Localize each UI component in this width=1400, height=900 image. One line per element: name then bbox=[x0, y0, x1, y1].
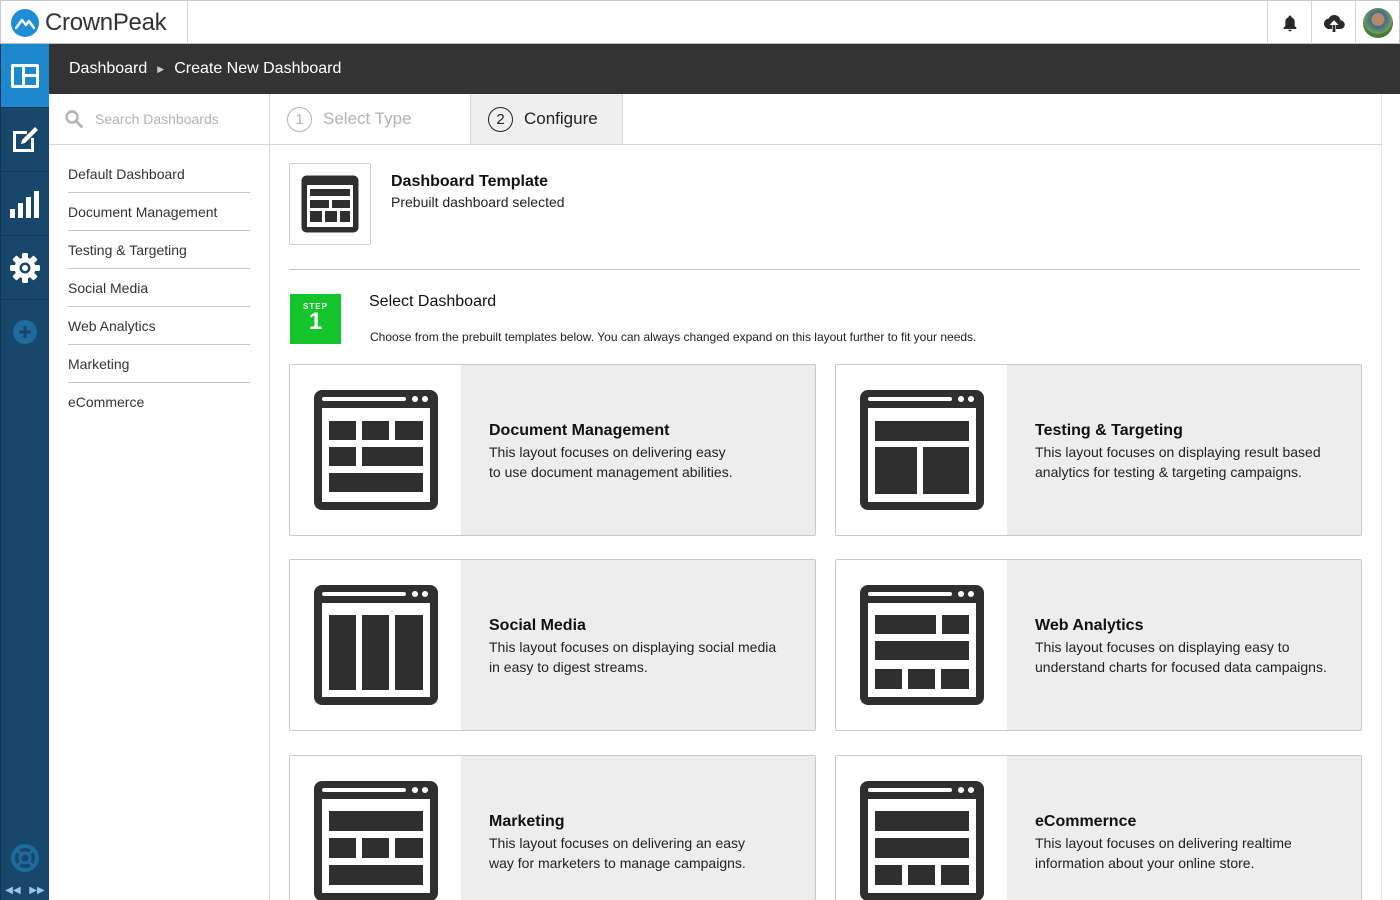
rail-settings[interactable] bbox=[1, 236, 49, 300]
rail-dashboard[interactable] bbox=[1, 44, 49, 108]
document-management-layout-icon bbox=[290, 365, 461, 535]
rail-edit[interactable] bbox=[1, 108, 49, 172]
card-title: Web Analytics bbox=[1035, 617, 1144, 634]
testing-targeting-layout-icon bbox=[836, 365, 1007, 535]
card-description: This layout focuses on displaying result… bbox=[1035, 442, 1355, 482]
breadcrumb: Dashboard ▶ Create New Dashboard bbox=[49, 44, 1400, 94]
sidebar-item-default-dashboard[interactable]: Default Dashboard bbox=[68, 155, 250, 193]
notifications-button[interactable] bbox=[1267, 1, 1311, 44]
cloud-upload-icon bbox=[1323, 14, 1345, 32]
brand-logo[interactable]: CrownPeak bbox=[1, 1, 188, 44]
card-description-line: This layout focuses on displaying result… bbox=[1035, 444, 1321, 460]
card-title: Document Management bbox=[489, 422, 670, 439]
analytics-icon bbox=[10, 190, 39, 218]
card-title: eCommernce bbox=[1035, 813, 1137, 830]
top-header: CrownPeak bbox=[0, 0, 1400, 44]
brand-name: CrownPeak bbox=[45, 8, 167, 36]
web-analytics-layout-icon bbox=[836, 560, 1007, 730]
sidebar-item-testing-targeting[interactable]: Testing & Targeting bbox=[68, 231, 250, 269]
step-badge-number: 1 bbox=[308, 308, 323, 335]
settings-icon bbox=[10, 252, 40, 283]
expand-icon[interactable]: ▶▶ bbox=[29, 885, 44, 896]
card-title: Marketing bbox=[489, 813, 565, 830]
step-title: Select Dashboard bbox=[369, 293, 497, 310]
ecommerce-layout-icon bbox=[836, 756, 1007, 900]
search-box bbox=[49, 94, 269, 145]
card-description: This layout focuses on displaying social… bbox=[489, 637, 809, 677]
marketing-layout-icon bbox=[290, 756, 461, 900]
main-content: 1 Select Type 2 Configure Dashboard Temp… bbox=[270, 94, 1381, 900]
sidebar-item-web-analytics[interactable]: Web Analytics bbox=[68, 307, 250, 345]
left-nav-rail: ◀◀ ▶▶ bbox=[0, 44, 49, 900]
breadcrumb-current: Create New Dashboard bbox=[174, 60, 342, 77]
sidebar-item-marketing[interactable]: Marketing bbox=[68, 345, 250, 383]
user-menu-button[interactable] bbox=[1355, 1, 1399, 44]
card-description-line: information about your online store. bbox=[1035, 855, 1255, 871]
card-description: This layout focuses on delivering easy t… bbox=[489, 442, 809, 482]
help-icon bbox=[11, 844, 39, 872]
tab-select-type[interactable]: 1 Select Type bbox=[270, 94, 471, 144]
add-icon bbox=[13, 320, 37, 344]
card-description-line: This layout focuses on delivering easy bbox=[489, 444, 726, 460]
card-description-line: This layout focuses on delivering an eas… bbox=[489, 835, 746, 851]
template-card-document-management[interactable]: Document Management This layout focuses … bbox=[289, 364, 816, 536]
template-card-marketing[interactable]: Marketing This layout focuses on deliver… bbox=[289, 755, 816, 900]
step-badge: STEP 1 bbox=[290, 294, 341, 344]
dashboard-list: Default Dashboard Document Management Te… bbox=[49, 145, 269, 421]
card-description-line: to use document management abilities. bbox=[489, 464, 733, 480]
search-icon bbox=[65, 110, 83, 128]
card-description-line: analytics for testing & targeting campai… bbox=[1035, 464, 1302, 480]
template-icon bbox=[289, 163, 371, 245]
dashboard-sidebar: Default Dashboard Document Management Te… bbox=[49, 94, 270, 900]
upload-button[interactable] bbox=[1311, 1, 1355, 44]
sidebar-item-social-media[interactable]: Social Media bbox=[68, 269, 250, 307]
rail-add[interactable] bbox=[1, 300, 49, 364]
card-description-line: This layout focuses on displaying easy t… bbox=[1035, 639, 1290, 655]
step-number-badge: 1 bbox=[287, 106, 312, 132]
search-input[interactable] bbox=[95, 111, 255, 127]
rail-help[interactable] bbox=[1, 836, 49, 880]
card-description-line: This layout focuses on delivering realti… bbox=[1035, 835, 1292, 851]
chevron-right-icon: ▶ bbox=[157, 63, 165, 74]
step-description: Choose from the prebuilt templates below… bbox=[370, 330, 977, 344]
selected-template-summary: Dashboard Template Prebuilt dashboard se… bbox=[289, 163, 565, 245]
card-description-line: understand charts for focused data campa… bbox=[1035, 659, 1327, 675]
user-avatar bbox=[1362, 7, 1393, 38]
card-description: This layout focuses on delivering an eas… bbox=[489, 833, 809, 873]
card-description: This layout focuses on displaying easy t… bbox=[1035, 637, 1355, 677]
card-description: This layout focuses on delivering realti… bbox=[1035, 833, 1355, 873]
main-scrollbar[interactable] bbox=[1381, 94, 1400, 900]
edit-icon bbox=[13, 126, 38, 152]
template-subtitle: Prebuilt dashboard selected bbox=[391, 194, 565, 210]
step-number-badge: 2 bbox=[488, 106, 513, 132]
template-title: Dashboard Template bbox=[391, 173, 549, 190]
crownpeak-logo-icon bbox=[11, 8, 39, 37]
template-card-social-media[interactable]: Social Media This layout focuses on disp… bbox=[289, 559, 816, 731]
sidebar-item-document-management[interactable]: Document Management bbox=[68, 193, 250, 231]
collapse-icon[interactable]: ◀◀ bbox=[5, 885, 20, 896]
card-title: Testing & Targeting bbox=[1035, 422, 1183, 439]
tab-label: Select Type bbox=[323, 109, 412, 128]
card-title: Social Media bbox=[489, 617, 586, 634]
social-media-layout-icon bbox=[290, 560, 461, 730]
template-card-testing-targeting[interactable]: Testing & Targeting This layout focuses … bbox=[835, 364, 1362, 536]
template-card-web-analytics[interactable]: Web Analytics This layout focuses on dis… bbox=[835, 559, 1362, 731]
card-description-line: in easy to digest streams. bbox=[489, 659, 648, 675]
wizard-tabs: 1 Select Type 2 Configure bbox=[270, 94, 1381, 145]
template-card-ecommerce[interactable]: eCommernce This layout focuses on delive… bbox=[835, 755, 1362, 900]
bell-icon bbox=[1283, 15, 1296, 31]
breadcrumb-dashboard-link[interactable]: Dashboard bbox=[69, 60, 147, 78]
tab-label: Configure bbox=[524, 109, 598, 128]
card-description-line: This layout focuses on displaying social… bbox=[489, 639, 777, 655]
section-divider bbox=[289, 269, 1360, 270]
dashboard-icon bbox=[11, 63, 39, 88]
card-description-line: way for marketers to manage campaigns. bbox=[489, 855, 746, 871]
rail-analytics[interactable] bbox=[1, 172, 49, 236]
tab-configure[interactable]: 2 Configure bbox=[471, 94, 623, 144]
sidebar-item-ecommerce[interactable]: eCommerce bbox=[68, 383, 250, 421]
